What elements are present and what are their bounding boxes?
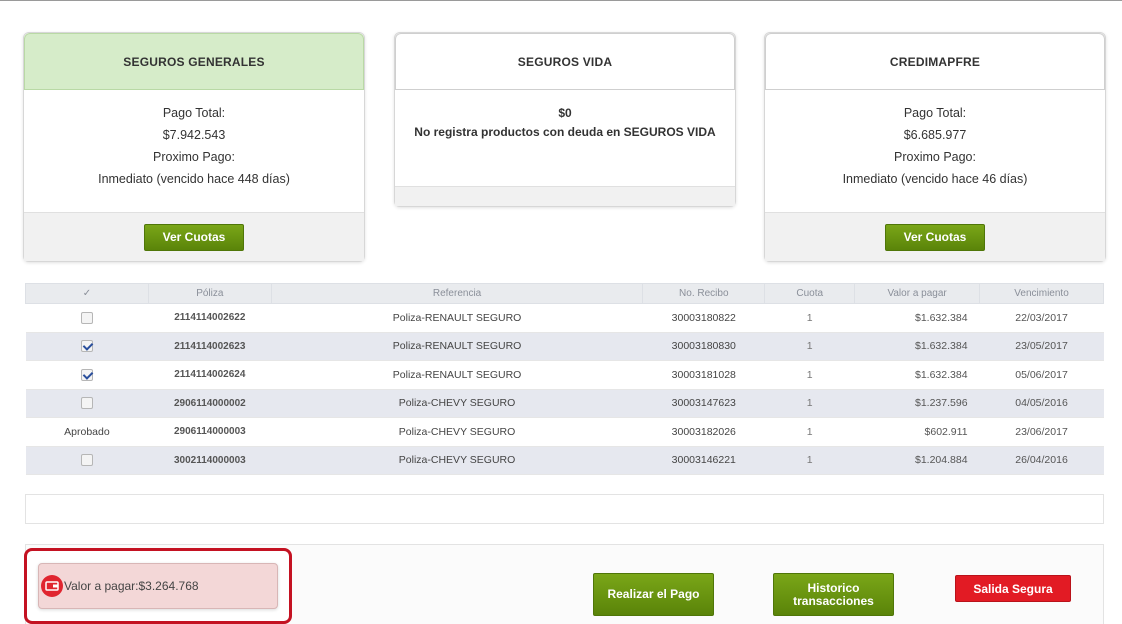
cell-valor: $1.204.884: [854, 446, 980, 475]
seguros-vida-message: No registra productos con deuda en SEGUR…: [414, 125, 716, 139]
cell-recibo: 30003180830: [642, 332, 765, 361]
cell-referencia: Poliza-CHEVY SEGURO: [271, 446, 643, 475]
card-footer: [395, 186, 735, 206]
card-seguros-generales: SEGUROS GENERALES Pago Total: $7.942.543…: [23, 32, 365, 262]
row-checkbox[interactable]: [80, 340, 93, 353]
cell-recibo: 30003146221: [642, 446, 765, 475]
cell-cuota: 1: [764, 360, 855, 390]
cell-valor: $1.632.384: [854, 332, 980, 361]
pago-total-value: $7.942.543: [162, 128, 226, 142]
card-footer: Ver Cuotas: [765, 212, 1105, 261]
table-row: 3002114000003 Poliza-CHEVY SEGURO 300031…: [25, 446, 1104, 475]
realizar-pago-button[interactable]: Realizar el Pago: [593, 573, 714, 616]
row-checkbox-cell: [25, 303, 149, 333]
cell-poliza: 2114114002624: [148, 360, 272, 390]
col-header-vencimiento: Vencimiento: [979, 283, 1104, 304]
proximo-pago-value: Inmediato (vencido hace 46 días): [842, 172, 1028, 186]
proximo-pago-label: Proximo Pago:: [153, 150, 235, 164]
proximo-pago-label: Proximo Pago:: [894, 150, 976, 164]
row-checkbox-cell: [25, 389, 149, 418]
card-title[interactable]: SEGUROS GENERALES: [24, 33, 364, 90]
cell-recibo: 30003182026: [642, 417, 765, 447]
cell-vencimiento: 26/04/2016: [979, 446, 1104, 475]
cell-valor: $1.632.384: [854, 360, 980, 390]
cell-referencia: Poliza-RENAULT SEGURO: [271, 332, 643, 361]
cell-poliza: 3002114000003: [148, 446, 272, 475]
card-body: Pago Total: $6.685.977 Proximo Pago: Inm…: [765, 90, 1105, 212]
card-footer: Ver Cuotas: [24, 212, 364, 261]
cell-recibo: 30003180822: [642, 303, 765, 333]
table-row: 2114114002623 Poliza-RENAULT SEGURO 3000…: [25, 332, 1104, 361]
card-title[interactable]: SEGUROS VIDA: [395, 33, 735, 90]
cell-recibo: 30003147623: [642, 389, 765, 418]
cell-poliza: 2114114002622: [148, 303, 272, 333]
col-header-valor: Valor a pagar: [854, 283, 981, 304]
col-header-check: ✓: [25, 283, 149, 304]
cell-poliza: 2906114000003: [148, 417, 272, 447]
cell-poliza: 2906114000002: [148, 389, 272, 418]
card-body: $0 No registra productos con deuda en SE…: [395, 90, 735, 186]
cell-referencia: Poliza-CHEVY SEGURO: [271, 389, 643, 418]
card-credimapfre: CREDIMAPFRE Pago Total: $6.685.977 Proxi…: [764, 32, 1106, 262]
cell-recibo: 30003181028: [642, 360, 765, 390]
historico-transacciones-button[interactable]: Historico transacciones: [773, 573, 894, 616]
ver-cuotas-button[interactable]: Ver Cuotas: [885, 223, 985, 251]
cell-referencia: Poliza-CHEVY SEGURO: [271, 417, 643, 447]
row-checkbox-cell: [25, 332, 149, 361]
cell-valor: $602.911: [854, 417, 980, 447]
seguros-vida-amount: $0: [558, 106, 572, 120]
valor-a-pagar-box: Valor a pagar:$3.264.768: [38, 563, 278, 609]
table-row: 2906114000002 Poliza-CHEVY SEGURO 300031…: [25, 389, 1104, 418]
cell-vencimiento: 04/05/2016: [979, 389, 1104, 418]
row-checkbox-cell: [25, 360, 149, 390]
cell-vencimiento: 05/06/2017: [979, 360, 1104, 390]
row-checkbox[interactable]: [80, 311, 93, 324]
cell-vencimiento: 23/06/2017: [979, 417, 1104, 447]
card-seguros-vida: SEGUROS VIDA $0 No registra productos co…: [394, 32, 736, 207]
row-checkbox[interactable]: [80, 368, 93, 381]
pago-total-label: Pago Total:: [903, 106, 967, 120]
col-header-referencia: Referencia: [270, 283, 644, 304]
row-checkbox[interactable]: [80, 397, 93, 410]
valor-a-pagar-text: Valor a pagar:$3.264.768: [64, 579, 199, 593]
pago-total-value: $6.685.977: [903, 128, 967, 142]
pago-total-label: Pago Total:: [162, 106, 226, 120]
col-header-recibo: No. Recibo: [642, 283, 766, 304]
empty-strip: [25, 494, 1104, 524]
col-header-cuota: Cuota: [764, 283, 856, 304]
cell-cuota: 1: [764, 417, 855, 447]
top-divider: [0, 0, 1122, 1]
cell-vencimiento: 22/03/2017: [979, 303, 1104, 333]
cell-referencia: Poliza-RENAULT SEGURO: [271, 360, 643, 390]
row-checkbox[interactable]: [80, 454, 93, 467]
table-row: 2114114002624 Poliza-RENAULT SEGURO 3000…: [25, 360, 1104, 390]
card-body: Pago Total: $7.942.543 Proximo Pago: Inm…: [24, 90, 364, 212]
row-checkbox-cell: [25, 446, 149, 475]
table-header-row: ✓ Póliza Referencia No. Recibo Cuota Val…: [25, 283, 1104, 304]
cell-poliza: 2114114002623: [148, 332, 272, 361]
table-row: 2114114002622 Poliza-RENAULT SEGURO 3000…: [25, 303, 1104, 333]
cuotas-table: ✓ Póliza Referencia No. Recibo Cuota Val…: [25, 283, 1104, 475]
wallet-icon: [41, 575, 63, 597]
card-title[interactable]: CREDIMAPFRE: [765, 33, 1105, 90]
cell-cuota: 1: [764, 446, 855, 475]
col-header-poliza: Póliza: [147, 283, 272, 304]
cell-referencia: Poliza-RENAULT SEGURO: [271, 303, 643, 333]
cell-vencimiento: 23/05/2017: [979, 332, 1104, 361]
salida-segura-button[interactable]: Salida Segura: [955, 575, 1071, 602]
table-row: Aprobado 2906114000003 Poliza-CHEVY SEGU…: [25, 417, 1104, 447]
cell-cuota: 1: [764, 332, 855, 361]
ver-cuotas-button[interactable]: Ver Cuotas: [144, 223, 244, 251]
proximo-pago-value: Inmediato (vencido hace 448 días): [98, 172, 290, 186]
row-status-aprobado: Aprobado: [25, 417, 149, 447]
cell-valor: $1.632.384: [854, 303, 980, 333]
cell-cuota: 1: [764, 303, 855, 333]
cell-valor: $1.237.596: [854, 389, 980, 418]
cell-cuota: 1: [764, 389, 855, 418]
